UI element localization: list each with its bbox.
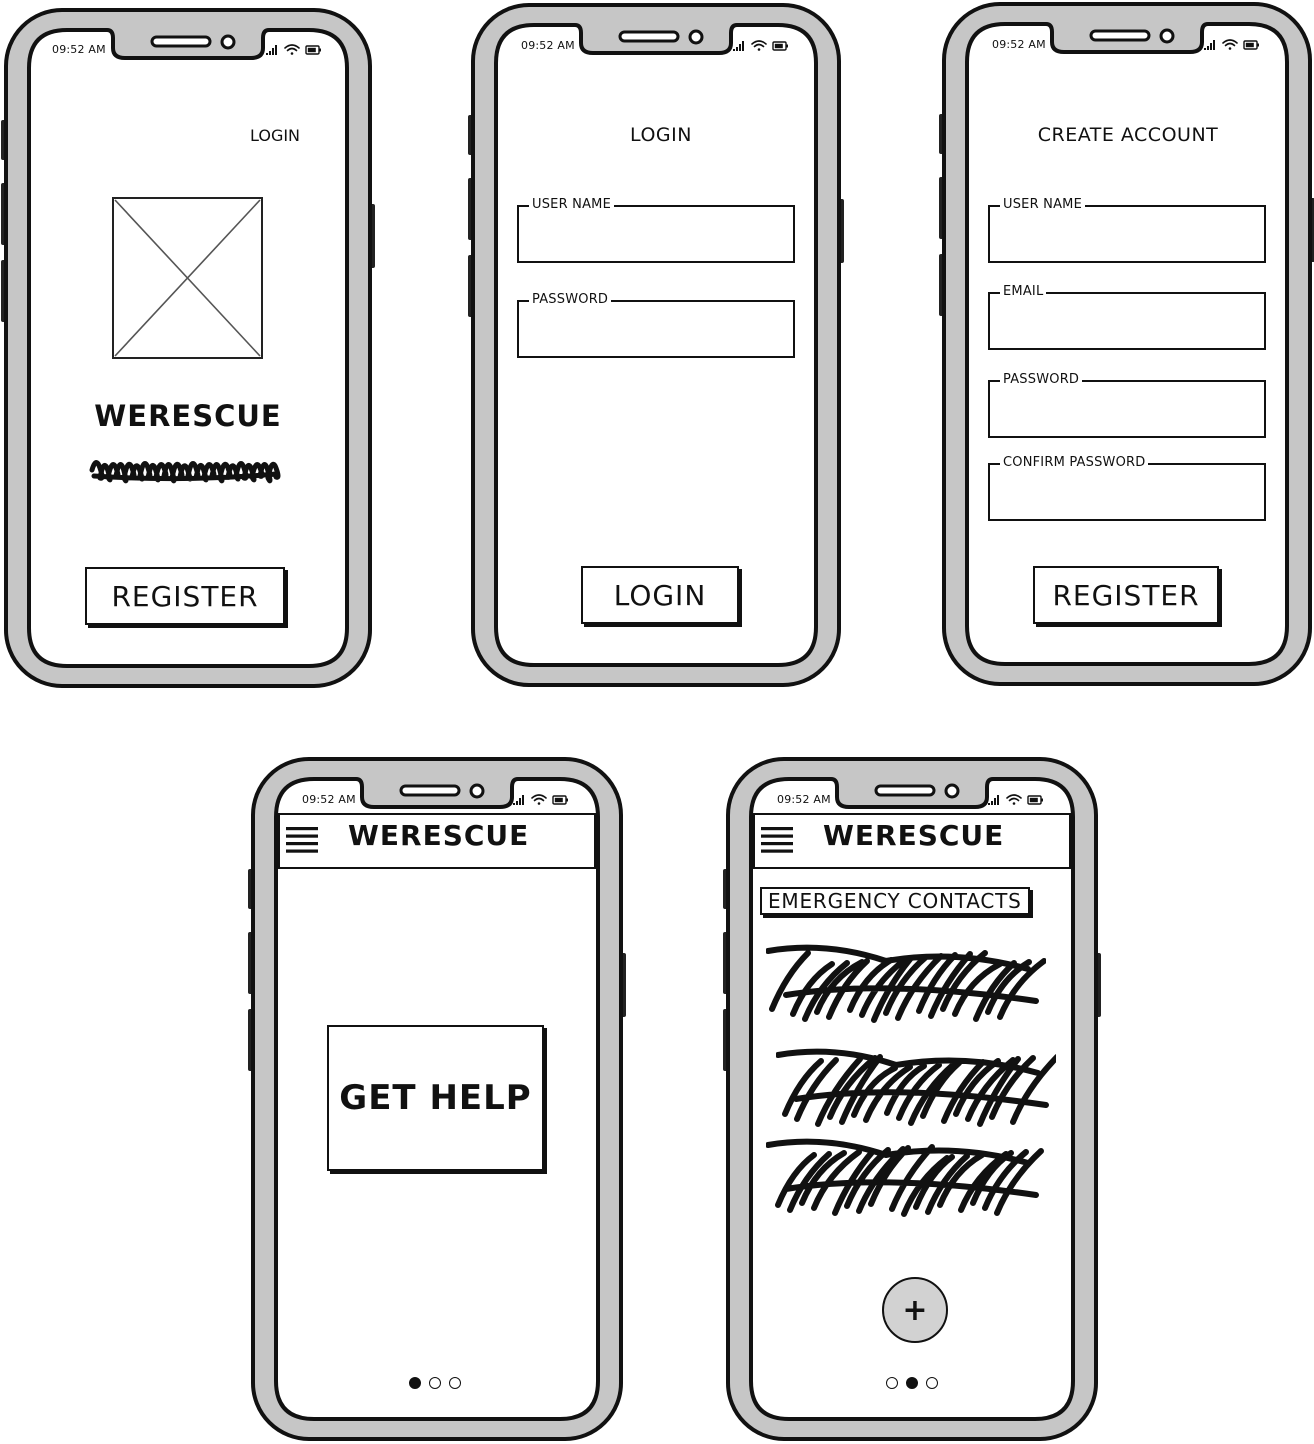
status-time: 09:52 AM: [777, 793, 831, 806]
login-link[interactable]: LOGIN: [250, 126, 300, 145]
username-input[interactable]: [523, 215, 789, 257]
status-icons: [513, 792, 573, 806]
app-header: WERESCUE: [753, 813, 1071, 869]
page-indicator: [886, 1377, 938, 1389]
confirm-password-field[interactable]: CONFIRM PASSWORD: [988, 455, 1266, 521]
page-dot[interactable]: [886, 1377, 898, 1389]
wifi-icon: [284, 44, 300, 55]
get-help-button[interactable]: GET HELP: [327, 1025, 544, 1171]
signal-icon: [988, 795, 999, 805]
email-field[interactable]: EMAIL: [988, 284, 1266, 350]
app-brand-title: WERESCUE: [94, 399, 282, 433]
status-icons: [266, 42, 326, 56]
tagline-scribble: [89, 460, 281, 484]
app-header-title: WERESCUE: [823, 819, 1005, 852]
username-label: USER NAME: [1000, 197, 1085, 213]
password-label: PASSWORD: [1000, 372, 1083, 388]
wifi-icon: [531, 794, 547, 805]
signal-icon: [266, 45, 277, 55]
status-icons: [988, 792, 1048, 806]
phone-home: 09:52 AM WERESCUE GET HELP: [248, 757, 626, 1441]
battery-icon: [1027, 795, 1043, 805]
register-button[interactable]: REGISTER: [85, 567, 285, 625]
status-time: 09:52 AM: [52, 43, 106, 56]
username-field[interactable]: USER NAME: [517, 197, 795, 263]
password-input[interactable]: [523, 310, 789, 352]
email-label: EMAIL: [1000, 284, 1047, 300]
page-indicator: [409, 1377, 461, 1389]
image-placeholder-icon: [112, 197, 263, 359]
battery-icon: [305, 45, 321, 55]
phone-create-account: 09:52 AM CREATE ACCOUNT USER NAME EMAIL …: [939, 2, 1314, 686]
emergency-contacts-heading: EMERGENCY CONTACTS: [760, 887, 1030, 915]
username-input[interactable]: [994, 215, 1260, 257]
battery-icon: [1243, 40, 1259, 50]
app-header: WERESCUE: [278, 813, 596, 869]
status-time: 09:52 AM: [992, 38, 1046, 51]
page-title: LOGIN: [630, 124, 692, 146]
login-button[interactable]: LOGIN: [581, 566, 739, 624]
username-label: USER NAME: [529, 197, 614, 213]
status-time: 09:52 AM: [302, 793, 356, 806]
signal-icon: [513, 795, 524, 805]
signal-icon: [733, 41, 744, 51]
add-contact-button[interactable]: +: [882, 1277, 948, 1343]
wifi-icon: [751, 40, 767, 51]
status-time: 09:52 AM: [521, 39, 575, 52]
page-dot[interactable]: [449, 1377, 461, 1389]
confirm-password-input[interactable]: [994, 473, 1260, 515]
password-label: PASSWORD: [529, 292, 612, 308]
phone-welcome: 09:52 AM LOGIN WERESCUE REGISTER: [1, 8, 375, 688]
register-button[interactable]: REGISTER: [1033, 566, 1219, 624]
page-title: CREATE ACCOUNT: [1037, 124, 1219, 146]
battery-icon: [772, 41, 788, 51]
password-field[interactable]: PASSWORD: [517, 292, 795, 358]
status-icons: [733, 38, 793, 52]
page-dot[interactable]: [926, 1377, 938, 1389]
app-header-title: WERESCUE: [348, 819, 530, 852]
page-dot[interactable]: [429, 1377, 441, 1389]
confirm-password-label: CONFIRM PASSWORD: [1000, 455, 1149, 471]
wifi-icon: [1006, 794, 1022, 805]
hamburger-menu-icon[interactable]: [761, 827, 793, 853]
hamburger-menu-icon[interactable]: [286, 827, 318, 853]
contact-item-scribble[interactable]: [766, 1133, 1046, 1223]
password-field[interactable]: PASSWORD: [988, 372, 1266, 438]
contact-item-scribble[interactable]: [776, 1043, 1056, 1133]
page-dot-active[interactable]: [409, 1377, 421, 1389]
contact-item-scribble[interactable]: [766, 939, 1046, 1029]
battery-icon: [552, 795, 568, 805]
password-input[interactable]: [994, 390, 1260, 432]
phone-login: 09:52 AM LOGIN USER NAME PASSWORD LOGIN: [468, 3, 844, 687]
status-icons: [1204, 37, 1264, 51]
phone-emergency-contacts: 09:52 AM WERESCUE EMERGENCY CONTACTS +: [723, 757, 1101, 1441]
signal-icon: [1204, 40, 1215, 50]
wifi-icon: [1222, 39, 1238, 50]
email-input[interactable]: [994, 302, 1260, 344]
page-dot-active[interactable]: [906, 1377, 918, 1389]
username-field[interactable]: USER NAME: [988, 197, 1266, 263]
